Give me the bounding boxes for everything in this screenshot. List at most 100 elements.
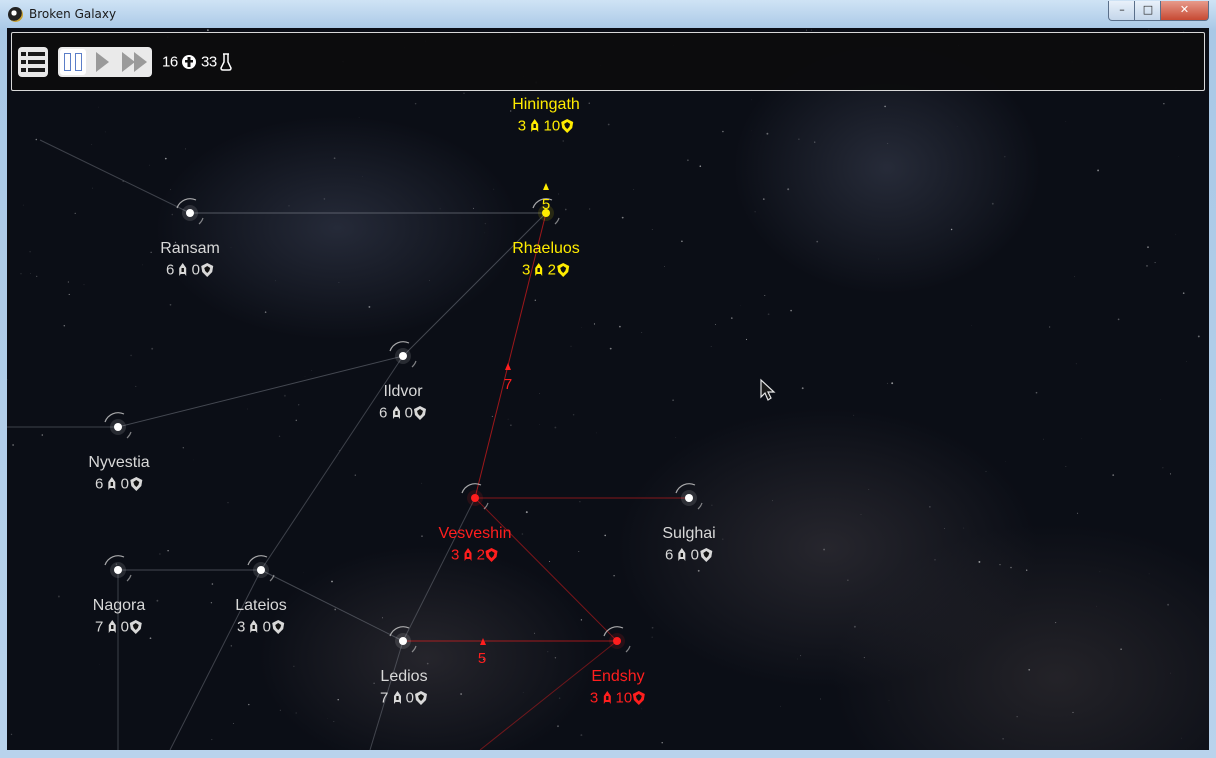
star [697, 569, 700, 572]
map-canvas[interactable] [7, 28, 1209, 750]
planet-name: Endshy [591, 668, 645, 685]
planet-stats: 6 0 [88, 475, 149, 493]
star [891, 382, 894, 385]
defense-count: 10 [615, 689, 633, 707]
ship-icon [464, 548, 472, 562]
star [83, 284, 85, 286]
star [790, 309, 792, 312]
app-icon [8, 7, 23, 22]
defense-count: 0 [405, 689, 415, 707]
planet-stats: 3 10 [590, 689, 646, 707]
star [558, 193, 560, 195]
fast-forward-button[interactable] [120, 49, 150, 75]
star [722, 538, 724, 540]
planet-label-sulghai[interactable]: Sulghai 6 0 [662, 525, 715, 564]
planet-label-ledios[interactable]: Ledios 7 0 [380, 668, 428, 707]
star [934, 558, 936, 561]
ship-icon [678, 548, 686, 562]
planet-glow [253, 562, 269, 578]
star [1117, 318, 1120, 321]
play-button[interactable] [92, 49, 116, 75]
galaxy-map[interactable]: Hiningath 3 10 Ransam 6 0 Rhaeluos 3 2 Ildvor 6… [7, 28, 1209, 750]
application-window: Broken Galaxy – □ ✕ Hiningath 3 10 Ransam 6… [0, 0, 1216, 758]
planet-name: Nagora [92, 597, 146, 614]
planet-name: Hiningath [512, 96, 580, 113]
planet-label-lateios[interactable]: Lateios 3 0 [235, 597, 287, 636]
star [533, 632, 536, 634]
planet-stats: 3 0 [235, 618, 287, 636]
star [164, 157, 167, 160]
star [588, 102, 590, 104]
star [279, 709, 281, 711]
fleet-count-fleet-red-south[interactable]: 5 [478, 650, 486, 667]
star [491, 415, 493, 417]
star [1180, 737, 1182, 739]
planet-label-endshy[interactable]: Endshy 3 10 [590, 668, 646, 707]
star [171, 213, 174, 216]
star [323, 198, 326, 200]
planet-label-nagora[interactable]: Nagora 7 0 [93, 597, 145, 636]
ship-icon [393, 691, 401, 705]
star [613, 575, 615, 577]
game-toolbar: 16 33 [11, 32, 1205, 91]
minimize-button[interactable]: – [1108, 1, 1136, 21]
star [1148, 28, 1150, 30]
planet-glow [110, 562, 126, 578]
population-count: 16 [162, 53, 178, 71]
ship-count: 6 [165, 261, 175, 279]
fleet-count-fleet-yellow[interactable]: 5 [542, 196, 550, 213]
star [1043, 438, 1044, 440]
pause-button[interactable] [60, 49, 86, 75]
star [130, 354, 132, 357]
star [68, 293, 70, 295]
fleet-marker-fleet-yellow [543, 183, 549, 190]
star [1028, 668, 1031, 671]
star [29, 251, 31, 253]
star [562, 140, 564, 142]
planet-name: Rhaeluos [512, 240, 580, 257]
star [12, 444, 14, 446]
research-count: 33 [201, 53, 217, 71]
planet-label-hiningath[interactable]: Hiningath 3 10 [512, 96, 580, 135]
star [641, 332, 643, 333]
star [619, 325, 621, 328]
star [715, 324, 716, 326]
star [814, 141, 816, 143]
orbit-arc [554, 217, 560, 225]
star [91, 144, 93, 145]
defense-count: 2 [476, 546, 486, 564]
star [333, 720, 335, 723]
title-bar[interactable]: Broken Galaxy – □ ✕ [0, 0, 1216, 28]
fleet-count-fleet-red-north[interactable]: 7 [504, 376, 512, 393]
star [578, 551, 580, 552]
planet-name: Sulghai [662, 525, 716, 542]
star [193, 459, 195, 461]
resource-counters: 16 33 [162, 53, 233, 71]
shield-icon [486, 548, 499, 563]
planet-label-ransam[interactable]: Ransam 6 0 [160, 240, 220, 279]
star [978, 560, 981, 563]
pause-icon [64, 53, 71, 71]
star [1169, 473, 1172, 475]
planet-label-nyvestia[interactable]: Nyvestia 6 0 [88, 454, 149, 493]
star [99, 663, 100, 665]
star [884, 105, 886, 108]
ship-count: 3 [450, 546, 460, 564]
list-menu-button[interactable] [18, 47, 48, 77]
close-button[interactable]: ✕ [1160, 1, 1209, 21]
star [722, 130, 724, 133]
planet-label-ildvor[interactable]: Ildvor 6 0 [379, 383, 427, 422]
star [35, 138, 38, 141]
star [233, 723, 234, 724]
star [687, 159, 689, 162]
star [298, 404, 300, 406]
star [338, 450, 340, 452]
star [745, 338, 748, 341]
defense-count: 2 [547, 261, 557, 279]
star [334, 608, 337, 611]
maximize-button[interactable]: □ [1134, 1, 1162, 21]
planet-label-rhaeluos[interactable]: Rhaeluos 3 2 [512, 240, 580, 279]
planet-label-vesveshin[interactable]: Vesveshin 3 2 [439, 525, 512, 564]
fleet-marker-fleet-red-north [505, 363, 511, 370]
star [207, 29, 209, 31]
